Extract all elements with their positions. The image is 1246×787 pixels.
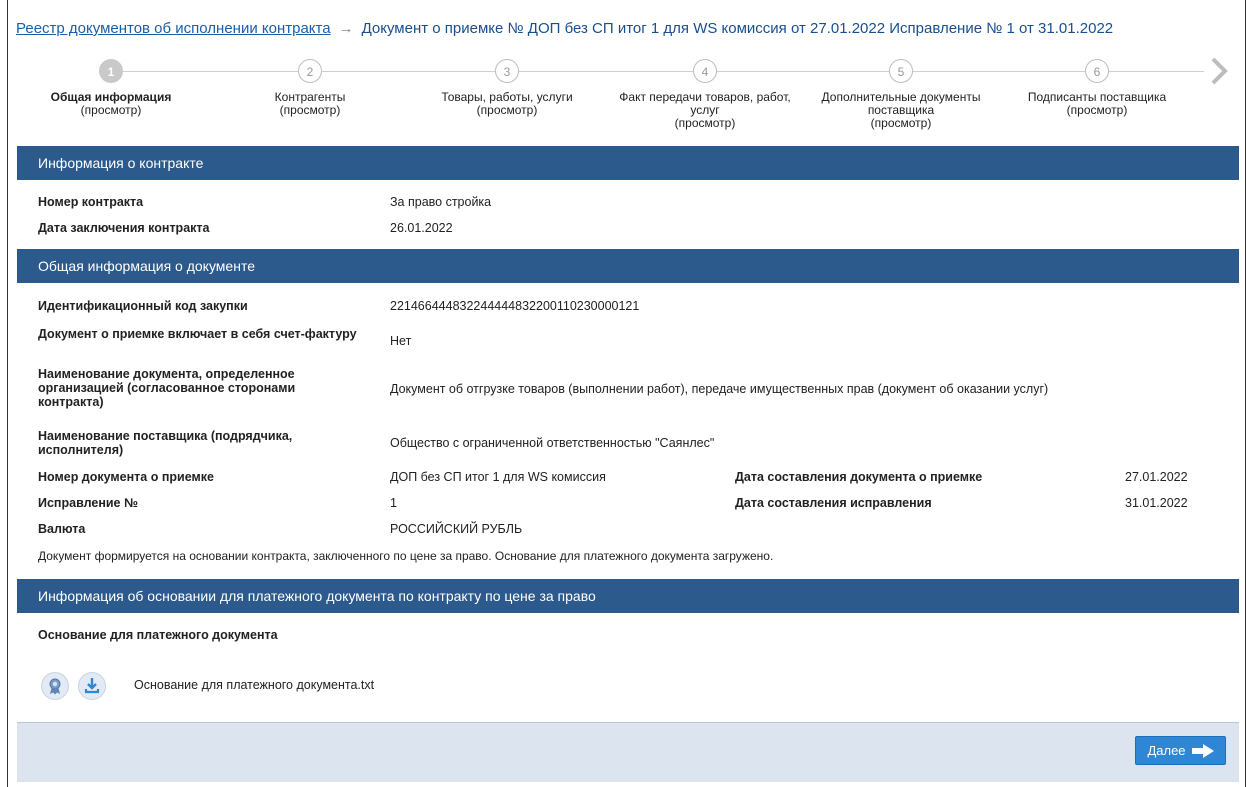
step-4-circle[interactable]: 4 bbox=[693, 59, 717, 83]
payment-section-header: Информация об основании для платежного д… bbox=[17, 579, 1239, 613]
stepper-next-chevron-icon[interactable] bbox=[1208, 56, 1230, 86]
document-date-value: 27.01.2022 bbox=[1125, 470, 1188, 484]
document-name-label: Наименование документа, определенное орг… bbox=[38, 367, 296, 409]
next-button[interactable]: Далее bbox=[1135, 736, 1226, 765]
step-4-mode: (просмотр) bbox=[674, 116, 736, 130]
step-connector bbox=[913, 71, 1085, 72]
correction-date-value: 31.01.2022 bbox=[1125, 496, 1188, 510]
ikz-label: Идентификационный код закупки bbox=[38, 299, 248, 313]
currency-value: РОССИЙСКИЙ РУБЛЬ bbox=[390, 522, 523, 536]
document-number-value: ДОП без СП итог 1 для WS комиссия bbox=[390, 470, 606, 484]
step-6-label[interactable]: Подписанты поставщика (просмотр) bbox=[997, 91, 1197, 117]
step-3-mode: (просмотр) bbox=[476, 103, 538, 117]
wizard-stepper: 1 2 3 4 5 6 Общая информация (просмотр) … bbox=[0, 56, 1246, 138]
step-5-label[interactable]: Дополнительные документы поставщика (про… bbox=[801, 91, 1001, 130]
step-connector bbox=[123, 71, 298, 72]
step-connector bbox=[1109, 71, 1204, 72]
step-5-circle[interactable]: 5 bbox=[889, 59, 913, 83]
contract-section-header: Информация о контракте bbox=[17, 146, 1239, 180]
step-1-label[interactable]: Общая информация (просмотр) bbox=[11, 91, 211, 117]
step-connector bbox=[717, 71, 889, 72]
breadcrumb-registry-link[interactable]: Реестр документов об исполнении контракт… bbox=[16, 20, 331, 37]
payment-file-link[interactable]: Основание для платежного документа.txt bbox=[134, 678, 374, 692]
contract-date-value: 26.01.2022 bbox=[390, 221, 453, 235]
correction-date-label: Дата составления исправления bbox=[735, 496, 932, 510]
document-section-header: Общая информация о документе bbox=[17, 249, 1239, 283]
download-icon[interactable] bbox=[78, 672, 106, 700]
payment-basis-label: Основание для платежного документа bbox=[38, 628, 278, 642]
breadcrumb-current: Документ о приемке № ДОП без СП итог 1 д… bbox=[361, 20, 1114, 37]
contract-number-label: Номер контракта bbox=[38, 195, 144, 209]
step-2-mode: (просмотр) bbox=[279, 103, 341, 117]
step-2-circle[interactable]: 2 bbox=[298, 59, 322, 83]
step-3-circle[interactable]: 3 bbox=[495, 59, 519, 83]
breadcrumb-arrow-icon: → bbox=[338, 20, 354, 37]
step-2-label[interactable]: Контрагенты (просмотр) bbox=[210, 91, 410, 117]
step-1-mode: (просмотр) bbox=[80, 103, 142, 117]
ikz-value: 221466444832244444832200110230000121 bbox=[390, 299, 640, 313]
step-6-mode: (просмотр) bbox=[1066, 103, 1128, 117]
supplier-label: Наименование поставщика (подрядчика, исп… bbox=[38, 429, 293, 457]
invoice-included-label: Документ о приемке включает в себя счет-… bbox=[38, 327, 357, 341]
contract-date-label: Дата заключения контракта bbox=[38, 221, 210, 235]
arrow-right-icon bbox=[1191, 743, 1214, 758]
breadcrumb: Реестр документов об исполнении контракт… bbox=[16, 20, 1113, 37]
document-name-value: Документ об отгрузке товаров (выполнении… bbox=[390, 382, 1049, 396]
step-5-mode: (просмотр) bbox=[870, 116, 932, 130]
document-note: Документ формируется на основании контра… bbox=[38, 549, 774, 563]
next-button-label: Далее bbox=[1147, 743, 1186, 758]
step-1-circle[interactable]: 1 bbox=[99, 59, 123, 83]
step-6-circle[interactable]: 6 bbox=[1085, 59, 1109, 83]
supplier-value: Общество с ограниченной ответственностью… bbox=[390, 436, 715, 450]
step-connector bbox=[519, 71, 693, 72]
step-4-label[interactable]: Факт передачи товаров, работ, услуг (про… bbox=[605, 91, 805, 130]
document-date-label: Дата составления документа о приемке bbox=[735, 470, 983, 484]
contract-number-value: За право стройка bbox=[390, 195, 492, 209]
currency-label: Валюта bbox=[38, 522, 86, 536]
footer-bar bbox=[17, 722, 1239, 782]
step-connector bbox=[322, 71, 495, 72]
invoice-included-value: Нет bbox=[390, 334, 412, 348]
correction-number-label: Исправление № bbox=[38, 496, 138, 510]
correction-number-value: 1 bbox=[390, 496, 397, 510]
document-number-label: Номер документа о приемке bbox=[38, 470, 214, 484]
certificate-icon[interactable] bbox=[41, 672, 69, 700]
step-3-label[interactable]: Товары, работы, услуги (просмотр) bbox=[407, 91, 607, 117]
